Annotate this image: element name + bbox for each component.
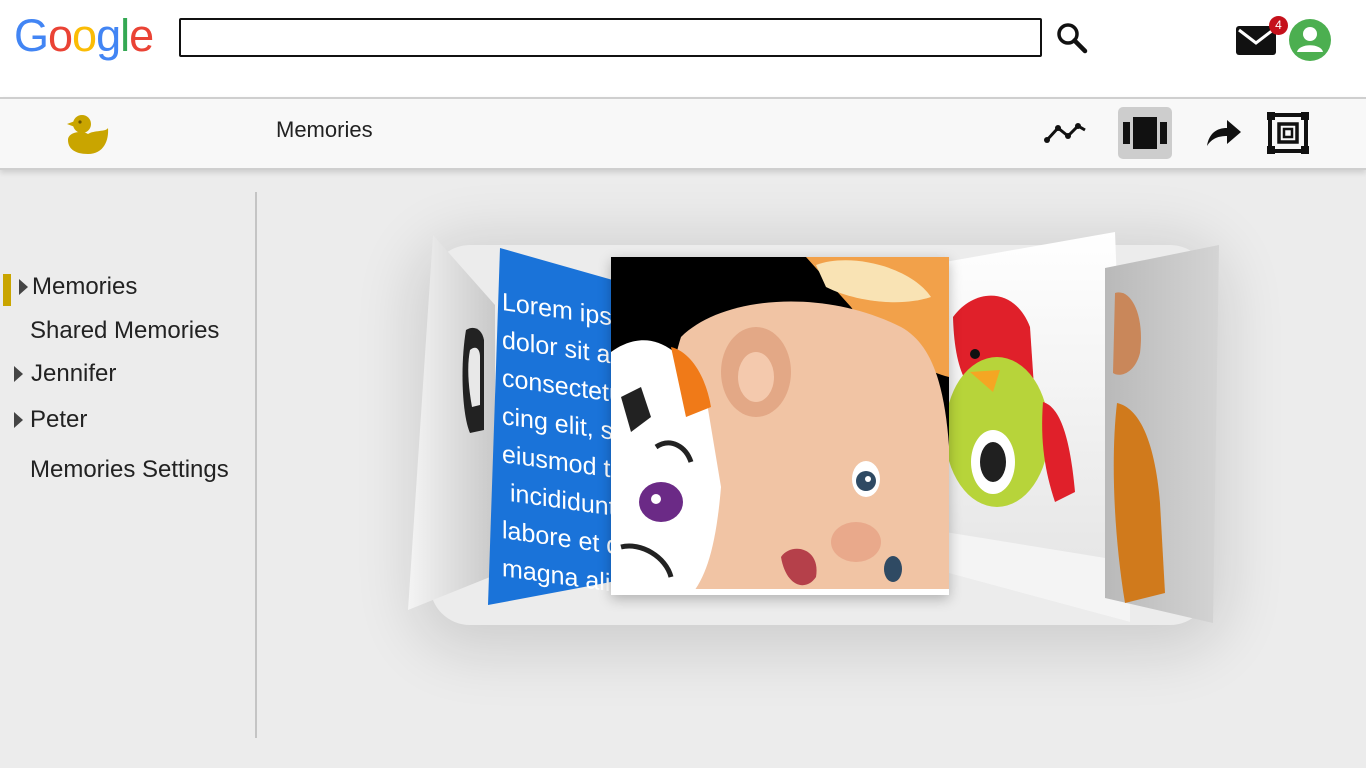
sidebar-item-label: Memories Settings xyxy=(30,456,229,483)
logo-letter: l xyxy=(120,10,130,61)
fullscreen-button[interactable] xyxy=(1261,107,1315,159)
carousel-card-center[interactable] xyxy=(611,257,949,595)
search-icon xyxy=(1057,23,1088,54)
expand-caret-icon[interactable] xyxy=(19,279,28,295)
account-icon xyxy=(1289,19,1331,61)
logo-letter: e xyxy=(129,10,154,61)
google-top-bar: Google 4 xyxy=(0,0,1366,97)
logo-letter: o xyxy=(72,10,97,61)
sidebar-item-label: Shared Memories xyxy=(30,317,220,344)
line-chart-icon xyxy=(1044,123,1086,143)
sidebar-item-jennifer[interactable]: Jennifer xyxy=(0,357,255,391)
sidebar-item-label: Peter xyxy=(30,406,88,433)
expand-caret-icon[interactable] xyxy=(14,366,23,382)
search-input[interactable] xyxy=(179,18,1042,57)
carousel-card-far-left[interactable] xyxy=(400,225,500,625)
share-arrow-icon xyxy=(1207,120,1241,146)
page-title: Memories xyxy=(276,117,373,142)
photo-thumbnail xyxy=(611,257,949,595)
sidebar-item-shared-memories[interactable]: Shared Memories xyxy=(0,314,255,348)
timeline-view-button[interactable] xyxy=(1039,107,1093,159)
share-button[interactable] xyxy=(1196,107,1250,159)
sidebar: Memories Shared Memories Jennifer Peter … xyxy=(0,192,257,738)
sidebar-item-label: Jennifer xyxy=(31,360,117,387)
sidebar-item-memories[interactable]: Memories xyxy=(0,270,255,306)
selected-indicator xyxy=(3,274,11,306)
duck-icon xyxy=(67,115,109,154)
carousel-icon xyxy=(1123,117,1167,149)
logo-letter: o xyxy=(48,10,73,61)
sidebar-item-peter[interactable]: Peter xyxy=(0,403,255,437)
logo-letter: g xyxy=(96,10,121,61)
sidebar-item-label: Memories xyxy=(32,273,138,300)
search-button[interactable] xyxy=(1054,20,1090,56)
fullscreen-frame-icon xyxy=(1267,112,1309,154)
photo-thumbnail xyxy=(1105,245,1219,623)
google-logo[interactable]: Google xyxy=(14,10,154,62)
photo-thumbnail xyxy=(408,235,495,610)
app-logo[interactable] xyxy=(62,110,112,158)
mail-count-badge: 4 xyxy=(1269,16,1288,35)
account-avatar[interactable] xyxy=(1289,19,1331,61)
carousel-card-far-right[interactable] xyxy=(1105,243,1225,628)
sidebar-item-memories-settings[interactable]: Memories Settings xyxy=(0,453,255,487)
memories-carousel[interactable]: Lorem ipsum dolor sit am consectetur cin… xyxy=(400,225,1230,635)
logo-letter: G xyxy=(14,10,49,61)
app-toolbar: Memories xyxy=(0,97,1366,170)
carousel-view-button[interactable] xyxy=(1118,107,1172,159)
expand-caret-icon[interactable] xyxy=(14,412,23,428)
